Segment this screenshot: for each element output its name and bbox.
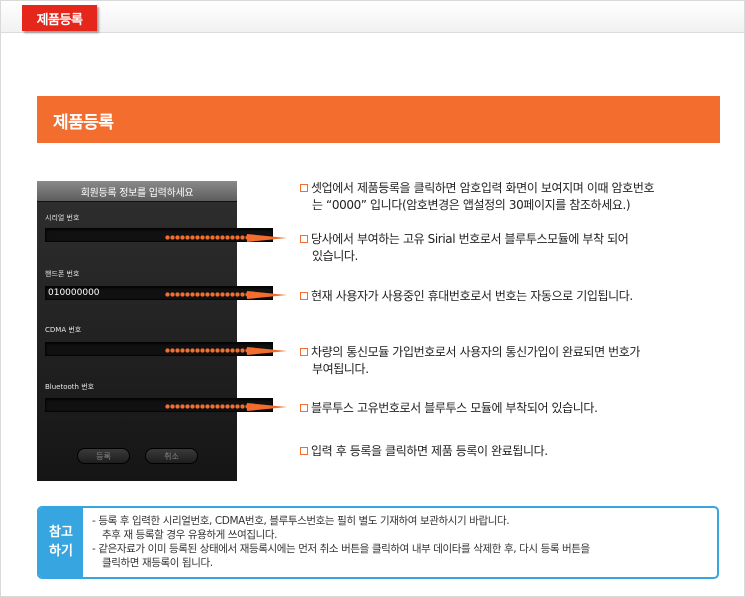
desc-cdma: 차량의 통신모듈 가입번호로서 사용자의 통신가입이 완료되면 번호가 부여됩니… xyxy=(300,344,730,378)
square-bullet-icon xyxy=(300,447,308,455)
arrow-cdma-icon xyxy=(247,347,287,355)
phone-number-label: 핸드폰 번호 xyxy=(45,270,80,278)
note-label: 참고 하기 xyxy=(39,508,83,577)
desc-complete: 입력 후 등록을 클릭하면 제품 등록이 완료됩니다. xyxy=(300,443,730,460)
tab-product-registration[interactable]: 제품등록 xyxy=(22,5,97,31)
note-line: 클릭하면 재등록이 됩니다. xyxy=(102,557,213,569)
pointer-dots-bluetooth xyxy=(165,403,250,410)
arrow-phone-icon xyxy=(247,291,287,299)
note-line: 추후 재 등록할 경우 유용하게 쓰여집니다. xyxy=(102,529,278,541)
serial-number-label: 시리얼 번호 xyxy=(45,214,80,222)
section-header: 제품등록 xyxy=(37,96,720,143)
square-bullet-icon xyxy=(300,235,308,243)
note-box: 참고 하기 - 등록 후 입력한 시리얼번호, CDMA번호, 블루투스번호는 … xyxy=(37,506,719,579)
pointer-dots-cdma xyxy=(165,347,250,354)
square-bullet-icon xyxy=(300,404,308,412)
square-bullet-icon xyxy=(300,348,308,356)
section-title: 제품등록 xyxy=(53,113,114,133)
pointer-dots-serial xyxy=(165,234,250,241)
desc-bluetooth: 블루투스 고유번호로서 블루투스 모듈에 부착되어 있습니다. xyxy=(300,400,730,417)
desc-password: 셋업에서 제품등록을 클릭하면 암호입력 화면이 보여지며 이때 암호번호 는 … xyxy=(300,180,730,214)
bluetooth-number-label: Bluetooth 번호 xyxy=(45,383,95,391)
arrow-serial-icon xyxy=(247,234,287,242)
note-text: - 등록 후 입력한 시리얼번호, CDMA번호, 블루투스번호는 필히 별도 … xyxy=(92,514,714,570)
phone-title: 회원등록 정보를 입력하세요 xyxy=(37,181,237,202)
note-line: - 등록 후 입력한 시리얼번호, CDMA번호, 블루투스번호는 필히 별도 … xyxy=(92,515,510,527)
desc-serial: 당사에서 부여하는 고유 Sirial 번호로서 블루투스모듈에 부착 되어 있… xyxy=(300,231,730,265)
cancel-button[interactable]: 취소 xyxy=(145,448,198,464)
cdma-number-label: CDMA 번호 xyxy=(45,326,82,334)
note-line: - 같은자료가 이미 등록된 상태에서 재등록시에는 먼저 취소 버튼을 클릭하… xyxy=(92,543,590,555)
desc-phone: 현재 사용자가 사용중인 휴대번호로서 번호는 자동으로 기입됩니다. xyxy=(300,288,730,305)
top-strip: 제품등록 xyxy=(1,1,744,33)
register-button[interactable]: 등록 xyxy=(77,448,130,464)
pointer-dots-phone xyxy=(165,291,250,298)
phone-screen: 회원등록 정보를 입력하세요 시리얼 번호 핸드폰 번호 010000000 C… xyxy=(37,181,273,481)
arrow-bluetooth-icon xyxy=(247,403,287,411)
square-bullet-icon xyxy=(300,184,308,192)
square-bullet-icon xyxy=(300,292,308,300)
